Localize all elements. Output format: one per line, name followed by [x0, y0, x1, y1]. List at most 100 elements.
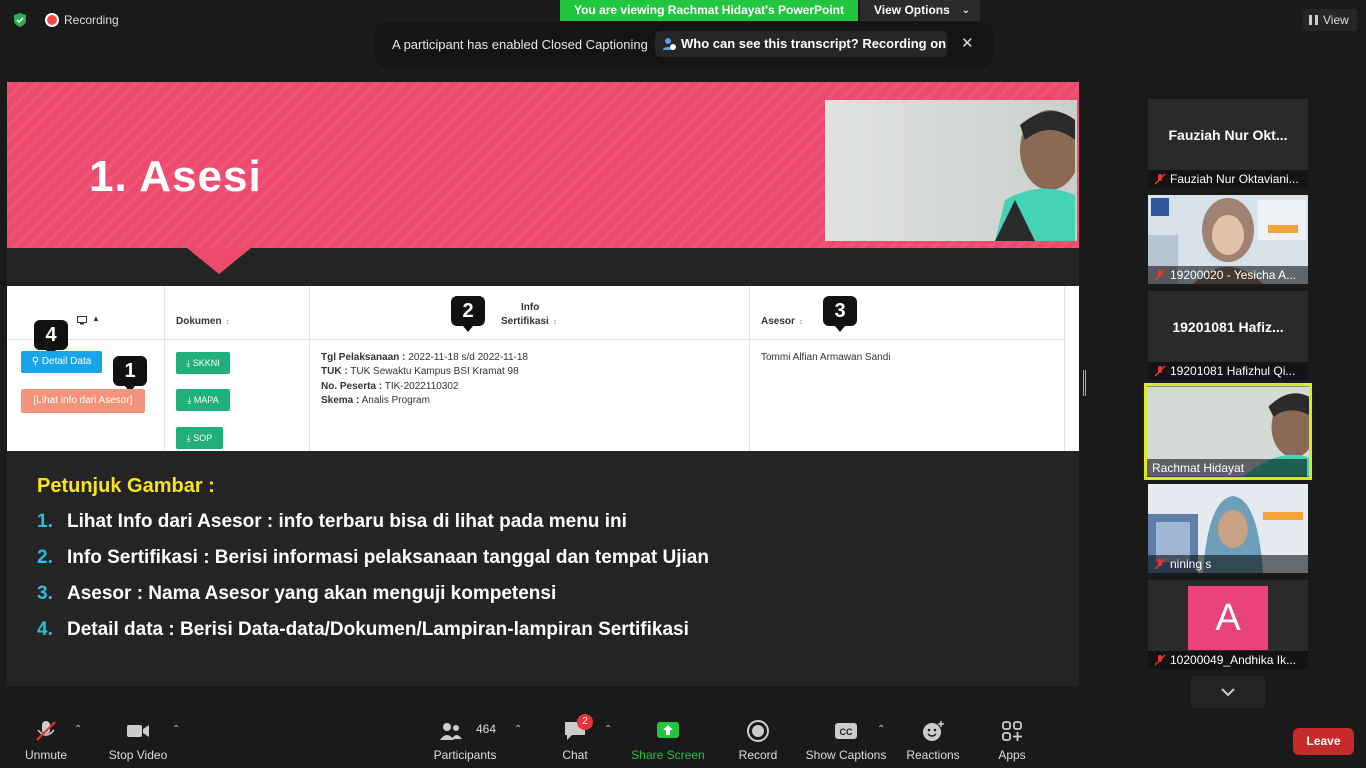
participant-footer: 10200049_Andhika Ik... — [1148, 651, 1308, 669]
participant-name: Fauziah Nur Oktaviani... — [1170, 172, 1299, 186]
instruction-text: Lihat Info dari Asesor : info terbaru bi… — [67, 511, 627, 532]
table-col-asesor — [750, 286, 1065, 451]
slide-title: 1. Asesi — [89, 152, 262, 201]
share-screen-icon — [657, 722, 679, 738]
instruction-number: 2. — [37, 547, 53, 568]
transcript-visibility-button[interactable]: Who can see this transcript? Recording o… — [655, 31, 947, 57]
slide-banner-pointer — [187, 248, 251, 274]
closed-captions-icon: CC — [835, 723, 857, 739]
transcript-visibility-label: Who can see this transcript? Recording o… — [681, 36, 947, 51]
participants-options-caret[interactable]: ⌃ — [514, 724, 522, 735]
view-button[interactable]: View — [1303, 9, 1357, 31]
participants-icon — [440, 723, 462, 740]
meeting-toolbar: Unmute ⌃ Stop Video ⌃ 464 Participants ⌃… — [0, 708, 1366, 768]
participant-tile[interactable]: nining s — [1148, 484, 1308, 573]
chat-options-caret[interactable]: ⌃ — [604, 724, 612, 735]
captions-options-caret[interactable]: ⌃ — [877, 724, 885, 735]
svg-text:CC: CC — [840, 727, 853, 737]
table-header-divider — [7, 339, 1065, 340]
info-peserta-value: TIK-2022110302 — [382, 381, 459, 392]
participant-avatar: A — [1188, 586, 1268, 650]
share-screen-button[interactable]: Share Screen — [630, 708, 706, 768]
detail-data-button[interactable]: ⚲ Detail Data — [21, 351, 102, 373]
gallery-view-icon — [1309, 15, 1318, 25]
participant-footer: Rachmat Hidayat — [1147, 459, 1307, 477]
reactions-icon — [923, 721, 944, 741]
mic-muted-icon — [1154, 365, 1166, 377]
reactions-button[interactable]: Reactions — [902, 708, 964, 768]
participant-footer: nining s — [1148, 555, 1308, 573]
audio-options-caret[interactable]: ⌃ — [74, 724, 82, 735]
mic-muted-icon — [36, 721, 56, 741]
sort-icon: ↕ — [798, 317, 803, 326]
closed-caption-banner: A participant has enabled Closed Caption… — [375, 22, 993, 67]
view-options-button[interactable]: View Options ⌄ — [860, 0, 980, 21]
lihat-info-asesor-button[interactable]: [Lihat info dari Asesor] — [21, 389, 145, 413]
monitor-icon — [77, 316, 87, 325]
info-skema-label: Skema : — [321, 395, 360, 406]
header-dokumen-label: Dokumen — [176, 316, 222, 327]
participant-big-name: 19201081 Hafiz... — [1172, 319, 1284, 335]
skkni-label: SKKNI — [192, 358, 220, 368]
stop-video-button[interactable]: Stop Video — [100, 708, 176, 768]
sort-icon: ↕ — [225, 317, 230, 326]
instruction-item: 4. Detail data : Berisi Data-data/Dokumen… — [37, 619, 689, 641]
callout-badge-4: 4 — [34, 320, 68, 356]
caption-message: A participant has enabled Closed Caption… — [392, 37, 648, 52]
presenter-video — [995, 110, 1075, 241]
header-info[interactable]: Sertifikasi ↕ — [501, 316, 557, 327]
chat-icon: 2 — [563, 714, 593, 742]
stop-video-label: Stop Video — [108, 748, 168, 762]
unmute-button[interactable]: Unmute — [12, 708, 80, 768]
apps-button[interactable]: Apps — [986, 708, 1038, 768]
close-icon[interactable]: ✕ — [961, 34, 974, 52]
panel-splitter-handle[interactable] — [1083, 370, 1086, 396]
participant-tile[interactable]: A 10200049_Andhika Ik... — [1148, 580, 1308, 669]
participant-name: 19201081 Hafizhul Qi... — [1170, 364, 1296, 378]
header-dokumen[interactable]: Dokumen ↕ — [176, 316, 230, 327]
participant-tile-active-speaker[interactable]: Rachmat Hidayat — [1144, 383, 1312, 480]
mic-muted-icon — [1154, 173, 1166, 185]
gallery-scroll-down-button[interactable] — [1191, 676, 1265, 708]
shared-slide: 1. Asesi ▲ Dokumen ↕ Info Sertifikasi ↕ As… — [7, 82, 1079, 686]
participant-tile[interactable]: Fauziah Nur Okt... Fauziah Nur Oktaviani… — [1148, 99, 1308, 188]
sort-asc-icon[interactable]: ▲ — [92, 314, 100, 323]
participants-button[interactable]: 464 Participants — [428, 708, 502, 768]
header-info-line1: Info — [521, 302, 540, 313]
chat-unread-badge: 2 — [577, 714, 593, 730]
callout-badge-3: 3 — [823, 296, 857, 332]
skkni-download-button[interactable]: ⤓ SKKNI — [176, 352, 230, 374]
header-info-label: Sertifikasi — [501, 316, 549, 327]
chat-button[interactable]: 2 Chat — [545, 708, 605, 768]
asesi-table-screenshot: ▲ Dokumen ↕ Info Sertifikasi ↕ Asesor ↕ 1 2… — [7, 286, 1079, 451]
apps-label: Apps — [998, 748, 1026, 762]
share-screen-label: Share Screen — [631, 748, 705, 762]
shield-icon[interactable] — [12, 12, 28, 28]
sop-download-button[interactable]: ⤓ SOP — [176, 427, 223, 449]
instruction-text: Info Sertifikasi : Berisi informasi pela… — [67, 547, 709, 568]
show-captions-button[interactable]: CC Show Captions — [804, 708, 888, 768]
instruction-text: Detail data : Berisi Data-data/Dokumen/L… — [67, 619, 689, 640]
info-tuk: TUK : TUK Sewaktu Kampus BSI Kramat 98 — [321, 366, 519, 377]
asesor-name: Tommi Alfian Armawan Sandi — [761, 352, 891, 363]
participant-tile[interactable]: 19201081 Hafiz... 19201081 Hafizhul Qi..… — [1148, 291, 1308, 380]
chat-label: Chat — [562, 748, 588, 762]
leave-button[interactable]: Leave — [1293, 728, 1354, 755]
record-button[interactable]: Record — [728, 708, 788, 768]
instructions-title: Petunjuk Gambar : — [37, 475, 215, 497]
instruction-item: 3. Asesor : Nama Asesor yang akan menguji… — [37, 583, 556, 605]
instruction-number: 1. — [37, 511, 53, 532]
instruction-number: 4. — [37, 619, 53, 640]
record-icon — [747, 720, 769, 742]
sop-label: SOP — [193, 433, 213, 443]
header-asesor[interactable]: Asesor ↕ — [761, 316, 803, 327]
participant-footer: 19200020 - Yesicha A... — [1148, 266, 1308, 284]
mapa-label: MAPA — [193, 395, 219, 405]
recording-icon — [45, 13, 59, 27]
participant-tile[interactable]: 19200020 - Yesicha A... — [1148, 195, 1308, 284]
info-tgl: Tgl Pelaksanaan : 2022-11-18 s/d 2022-11… — [321, 352, 528, 363]
info-tuk-label: TUK : — [321, 366, 348, 377]
info-peserta: No. Peserta : TIK-2022110302 — [321, 381, 459, 392]
mapa-download-button[interactable]: ⤓ MAPA — [176, 389, 230, 411]
video-options-caret[interactable]: ⌃ — [172, 724, 180, 735]
